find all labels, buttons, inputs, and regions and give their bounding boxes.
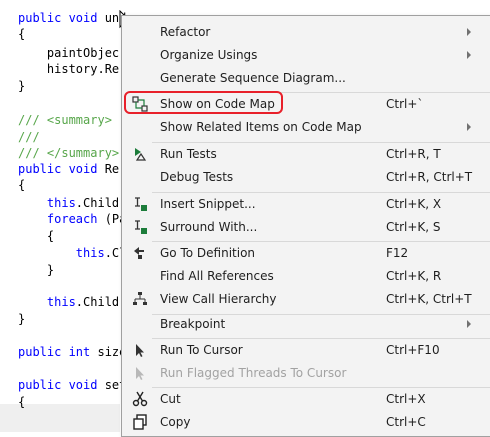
menu-item-label: Run Tests [160, 147, 217, 161]
code-line: this.Childr [18, 295, 127, 309]
code-line: public int size [18, 345, 127, 359]
menu-item-shortcut: F12 [386, 246, 409, 260]
menu-item-label: Go To Definition [160, 246, 256, 260]
submenu-arrow-icon [467, 51, 471, 59]
submenu-arrow-icon [467, 320, 471, 328]
annotation-highlight-ring [124, 91, 283, 114]
menu-item-shortcut: Ctrl+C [386, 415, 426, 429]
hierarchy-icon [133, 292, 147, 305]
code-comment: /// [18, 130, 40, 144]
menu-item-shortcut: Ctrl+K, R [386, 269, 442, 283]
menu-item-insert-snippet[interactable]: Insert Snippet... Ctrl+K, X [122, 193, 490, 216]
menu-item-label: Organize Usings [160, 48, 258, 62]
menu-item-run-to-cursor[interactable]: Run To Cursor Ctrl+F10 [122, 339, 490, 362]
code-line: paintObjec [18, 46, 120, 60]
menu-item-shortcut: Ctrl+K, S [386, 220, 441, 234]
menu-item-shortcut: Ctrl+F10 [386, 343, 440, 357]
menu-item-label: Show Related Items on Code Map [160, 120, 362, 134]
menu-item-label: Run To Cursor [160, 343, 243, 357]
code-comment: /// <summary> [18, 113, 112, 127]
surround-icon [135, 220, 147, 234]
menu-item-run-tests[interactable]: Run Tests Ctrl+R, T [122, 143, 490, 166]
snippet-icon [135, 197, 147, 211]
run-tests-icon [135, 148, 147, 161]
menu-item-run-flagged-threads[interactable]: Run Flagged Threads To Cursor [122, 362, 490, 385]
menu-item-shortcut: Ctrl+R, Ctrl+T [386, 170, 473, 184]
menu-item-refactor[interactable]: Refactor [122, 21, 490, 44]
code-line: } [18, 263, 55, 277]
menu-item-label: Find All References [160, 269, 274, 283]
menu-item-surround-with[interactable]: Surround With... Ctrl+K, S [122, 216, 490, 239]
menu-item-shortcut: Ctrl+R, T [386, 147, 441, 161]
menu-item-label: Copy [160, 415, 191, 429]
menu-item-label: Debug Tests [160, 170, 234, 184]
menu-item-label: Cut [160, 392, 181, 406]
code-line: history.Re [18, 62, 120, 76]
menu-item-label: Insert Snippet... [160, 197, 256, 211]
code-line: public void und [18, 11, 127, 25]
run-flagged-icon [136, 367, 144, 380]
submenu-arrow-icon [467, 123, 471, 131]
definition-icon [134, 247, 144, 259]
code-line: } [18, 312, 26, 326]
menu-item-generate-sequence-diagram[interactable]: Generate Sequence Diagram... [122, 67, 490, 90]
code-line: foreach (Pa [18, 212, 127, 226]
menu-item-view-call-hierarchy[interactable]: View Call Hierarchy Ctrl+K, Ctrl+T [122, 288, 490, 311]
code-line: this.Cl [18, 246, 127, 260]
menu-item-shortcut: Ctrl+K, Ctrl+T [386, 292, 472, 306]
run-cursor-icon [136, 344, 144, 357]
menu-item-label: Refactor [160, 25, 211, 39]
code-line: } [18, 79, 26, 93]
menu-item-show-related-items[interactable]: Show Related Items on Code Map [122, 116, 490, 139]
menu-item-cut[interactable]: Cut Ctrl+X [122, 388, 490, 411]
code-line: public void set [18, 378, 127, 392]
code-line: this.Childr [18, 196, 127, 210]
menu-item-copy[interactable]: Copy Ctrl+C [122, 411, 490, 434]
menu-item-label: View Call Hierarchy [160, 292, 277, 306]
menu-item-label: Run Flagged Threads To Cursor [160, 366, 347, 380]
menu-item-debug-tests[interactable]: Debug Tests Ctrl+R, Ctrl+T [122, 166, 490, 189]
code-line: { [18, 395, 26, 409]
menu-item-shortcut: Ctrl+K, X [386, 197, 442, 211]
code-line: { [18, 229, 55, 243]
menu-item-label: Breakpoint [160, 317, 226, 331]
menu-item-shortcut: Ctrl+X [386, 392, 426, 406]
code-line: { [18, 178, 26, 192]
menu-item-shortcut: Ctrl+` [386, 97, 424, 111]
scissors-icon [132, 391, 148, 407]
menu-item-label: Generate Sequence Diagram... [160, 71, 346, 85]
code-line: { [18, 27, 26, 41]
copy-icon [133, 414, 147, 430]
menu-item-organize-usings[interactable]: Organize Usings [122, 44, 490, 67]
menu-item-label: Surround With... [160, 220, 258, 234]
code-line: public void Re [18, 162, 120, 176]
submenu-arrow-icon [467, 28, 471, 36]
menu-item-go-to-definition[interactable]: Go To Definition F12 [122, 242, 490, 265]
menu-item-find-all-references[interactable]: Find All References Ctrl+K, R [122, 265, 490, 288]
code-comment: /// </summary> [18, 146, 120, 160]
context-menu[interactable]: Refactor Organize Usings Generate Sequen… [121, 15, 490, 437]
menu-item-breakpoint[interactable]: Breakpoint [122, 313, 490, 336]
